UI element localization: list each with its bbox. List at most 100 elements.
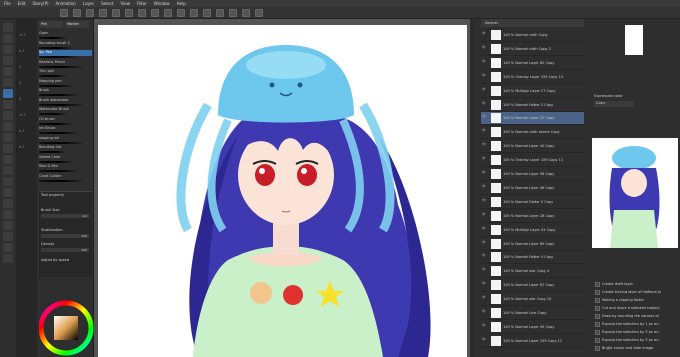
eye-icon[interactable]: 👁 <box>482 280 486 285</box>
history-item[interactable]: Create draft layer <box>594 281 678 288</box>
command-button[interactable] <box>60 9 68 17</box>
layer-row[interactable]: 👁 100 % Normal Layer 60 Copy <box>481 57 584 70</box>
tool-button[interactable] <box>3 232 13 241</box>
eye-icon[interactable]: 👁 <box>482 197 486 202</box>
layer-row[interactable]: 👁 100 % Normal Layer 49 Copy <box>481 321 584 334</box>
tool-button[interactable] <box>3 89 13 98</box>
eye-icon[interactable]: 👁 <box>482 100 486 105</box>
tool-button[interactable] <box>3 23 13 32</box>
layer-row[interactable]: 👁 100 % Normal cloth Copy <box>481 29 584 42</box>
layer-row[interactable]: 👁 100 % Overlay Layer 159 Copy 10 <box>481 71 584 84</box>
layer-row[interactable]: 👁 100 % Overlay Layer 159 Copy 11 <box>481 154 584 168</box>
brush-item[interactable]: Softed Color <box>39 155 92 161</box>
history-item[interactable]: Expand the selection by 1 px arr <box>594 321 678 328</box>
eye-icon[interactable]: 👁 <box>482 183 486 188</box>
eye-icon[interactable]: 👁 <box>482 72 486 77</box>
command-button[interactable] <box>86 9 94 17</box>
stabilization-slider[interactable]: 100 <box>41 234 89 238</box>
layer-row[interactable]: 👁 100 % Normal Layer 46 Copy <box>481 182 584 195</box>
tool-button[interactable] <box>3 188 13 197</box>
layer-row[interactable]: 👁 100 % Normal Layer 28 Copy <box>481 210 584 223</box>
command-button[interactable] <box>151 9 159 17</box>
history-item[interactable]: Cut and move a selected subject <box>594 305 678 312</box>
tool-button[interactable] <box>3 144 13 153</box>
history-item[interactable]: Expand the selection by 3 px arr <box>594 329 678 336</box>
menu-item[interactable]: Edit <box>18 1 26 6</box>
menu-item[interactable]: File <box>4 1 11 6</box>
tool-button[interactable] <box>3 155 13 164</box>
layer-row[interactable]: 👁 100 % Normal Layer 87 Copy <box>481 279 584 293</box>
layer-row[interactable]: 👁 100 % Normal Layer 98 Copy <box>481 168 584 181</box>
brush-item[interactable]: Rounding brush 2 <box>39 41 92 47</box>
tool-button[interactable] <box>3 133 13 142</box>
eye-icon[interactable]: 👁 <box>482 155 486 160</box>
eye-icon[interactable]: 👁 <box>482 336 486 341</box>
eye-icon[interactable]: 👁 <box>482 141 486 146</box>
brush-size-slider[interactable]: 4.0 <box>41 214 89 218</box>
brush-item[interactable]: Brush watercolor <box>39 98 92 104</box>
menu-item[interactable]: Filter <box>137 1 147 6</box>
tool-button[interactable] <box>3 56 13 65</box>
tool-button[interactable] <box>3 221 13 230</box>
command-button[interactable] <box>229 9 237 17</box>
eye-icon[interactable]: 👁 <box>482 322 486 327</box>
eye-icon[interactable]: 👁 <box>482 266 486 271</box>
tool-button[interactable] <box>3 122 13 131</box>
brush-item[interactable]: Mapping pen <box>39 79 92 85</box>
brush-item[interactable]: Chalk Cotton <box>39 174 92 180</box>
menu-item[interactable]: Layer <box>83 1 94 6</box>
menu-item[interactable]: View <box>120 1 130 6</box>
density-slider[interactable]: 100 <box>41 248 89 252</box>
command-button[interactable] <box>73 9 81 17</box>
layer-row[interactable]: 👁 100 % Normal Layer 22 Copy <box>481 112 584 126</box>
tool-button[interactable] <box>3 199 13 208</box>
tool-button[interactable] <box>3 100 13 109</box>
command-button[interactable] <box>99 9 107 17</box>
menu-item[interactable]: Window <box>154 1 170 6</box>
history-item[interactable]: Bright colour and fade image <box>594 345 678 352</box>
command-button[interactable] <box>112 9 120 17</box>
navigator-thumbnail[interactable] <box>625 25 643 55</box>
eye-icon[interactable]: 👁 <box>482 58 486 63</box>
command-button[interactable] <box>177 9 185 17</box>
history-checkbox[interactable] <box>595 330 600 335</box>
expression-color-select[interactable]: Color <box>594 101 634 107</box>
eye-icon[interactable]: 👁 <box>482 225 486 230</box>
eye-icon[interactable]: 👁 <box>482 294 486 299</box>
layer-row[interactable]: 👁 100 % Normal star Copy 4 <box>481 265 584 279</box>
history-checkbox[interactable] <box>595 306 600 311</box>
color-wheel[interactable] <box>39 299 94 357</box>
layer-row[interactable]: 👁 100 % Normal cloth Copy 2 <box>481 43 584 56</box>
menu-item[interactable]: Select <box>101 1 113 6</box>
history-checkbox[interactable] <box>595 290 600 295</box>
command-button[interactable] <box>255 9 263 17</box>
tool-button[interactable] <box>3 243 13 252</box>
history-checkbox[interactable] <box>595 298 600 303</box>
layer-row[interactable]: 👁 100 % Multiply Layer 27 Copy <box>481 85 584 98</box>
command-button[interactable] <box>203 9 211 17</box>
history-item[interactable]: Making a clipping folder <box>594 297 678 304</box>
eye-icon[interactable]: 👁 <box>482 113 486 118</box>
eye-icon[interactable]: 👁 <box>482 252 486 257</box>
layer-row[interactable]: 👁 100 % Normal Folder 2 Copy <box>481 99 584 112</box>
command-button[interactable] <box>125 9 133 17</box>
menu-item[interactable]: Animation <box>56 1 76 6</box>
history-item[interactable]: Draw by rounding the corners of <box>594 313 678 320</box>
history-item[interactable]: Expand the selection by 3 px arr <box>594 337 678 344</box>
tool-button[interactable] <box>3 78 13 87</box>
eye-icon[interactable]: 👁 <box>482 86 486 91</box>
history-checkbox[interactable] <box>595 322 600 327</box>
layer-row[interactable]: 👁 100 % Normal Layer 89 Copy <box>481 238 584 251</box>
tool-button[interactable] <box>3 34 13 43</box>
eye-icon[interactable]: 👁 <box>482 211 486 216</box>
brush-item[interactable]: Oil brush <box>39 117 92 123</box>
layer-row[interactable]: 👁 100 % Normal cloth anime Copy <box>481 126 584 140</box>
tab-pen[interactable]: Pen <box>39 21 63 28</box>
layer-row[interactable]: 👁 100 % Normal star Copy 10 <box>481 293 584 307</box>
menu-item[interactable]: Help <box>177 1 186 6</box>
eye-icon[interactable]: 👁 <box>482 127 486 132</box>
history-checkbox[interactable] <box>595 346 600 351</box>
history-checkbox[interactable] <box>595 314 600 319</box>
drawing-canvas[interactable] <box>98 25 467 357</box>
history-item[interactable]: Create tracing layer of halftone pl <box>594 289 678 296</box>
